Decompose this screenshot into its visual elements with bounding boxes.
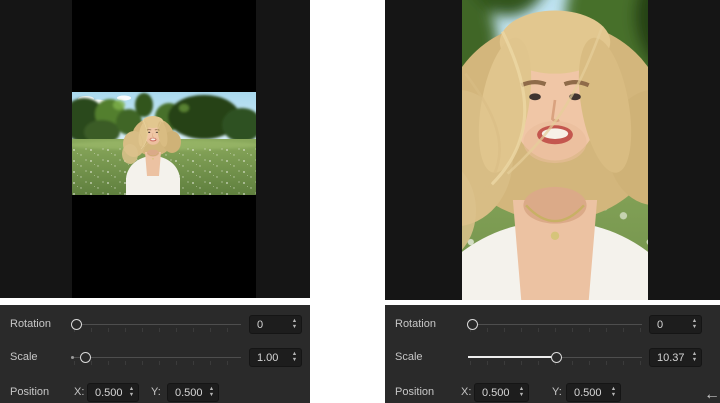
slider-track bbox=[468, 324, 642, 325]
video-thumbnail-landscape bbox=[72, 92, 256, 195]
position-x-box: ▲ ▼ bbox=[87, 383, 139, 402]
spinner-down-icon[interactable]: ▼ bbox=[292, 324, 297, 330]
position-row: Position X: ▲ ▼ Y: ▲ ▼ bbox=[385, 383, 720, 403]
transform-comparison-page: Rotation ▲ ▼ Scale bbox=[0, 0, 720, 403]
position-row: Position X: ▲ ▼ Y: ▲ ▼ bbox=[0, 383, 310, 403]
spinner-down-icon[interactable]: ▼ bbox=[611, 392, 616, 398]
scale-spinner[interactable]: ▲ ▼ bbox=[288, 351, 301, 363]
position-y-input[interactable] bbox=[567, 386, 607, 399]
scale-slider[interactable] bbox=[468, 348, 642, 368]
rotation-spinner[interactable]: ▲ ▼ bbox=[288, 318, 301, 330]
slider-filled-track bbox=[468, 356, 557, 358]
position-y-box: ▲ ▼ bbox=[167, 383, 219, 402]
position-x-spinner[interactable]: ▲ ▼ bbox=[515, 386, 528, 398]
rotation-slider-thumb[interactable] bbox=[71, 319, 83, 330]
spinner-down-icon[interactable]: ▼ bbox=[129, 392, 134, 398]
scale-row: Scale ▲ ▼ bbox=[0, 348, 310, 368]
rotation-slider[interactable] bbox=[71, 315, 241, 335]
position-y-label: Y: bbox=[151, 386, 161, 398]
scale-row: Scale ▲ ▼ ← bbox=[385, 348, 720, 403]
position-x-input[interactable] bbox=[88, 386, 125, 399]
position-y-box: ▲ ▼ bbox=[566, 383, 621, 402]
preview-canvas-before bbox=[0, 0, 310, 298]
spinner-down-icon[interactable]: ▼ bbox=[692, 324, 697, 330]
rotation-slider[interactable] bbox=[467, 315, 642, 335]
rotation-value-input[interactable] bbox=[650, 318, 688, 331]
transform-controls-after: Rotation ▲ ▼ Scale bbox=[385, 305, 720, 403]
scale-slider[interactable] bbox=[71, 348, 241, 368]
position-y-input[interactable] bbox=[168, 386, 205, 399]
rotation-value-input[interactable] bbox=[250, 318, 288, 331]
scale-label: Scale bbox=[395, 351, 423, 363]
rotation-row: Rotation ▲ ▼ bbox=[0, 315, 310, 335]
spinner-down-icon[interactable]: ▼ bbox=[519, 392, 524, 398]
spinner-down-icon[interactable]: ▼ bbox=[209, 392, 214, 398]
position-y-label: Y: bbox=[552, 386, 562, 398]
preview-canvas-after bbox=[385, 0, 720, 300]
scale-value-box: ▲ ▼ bbox=[649, 348, 702, 367]
vertical-video-frame-after[interactable] bbox=[462, 0, 648, 300]
rotation-row: Rotation ▲ ▼ bbox=[385, 315, 720, 335]
scale-slider-thumb[interactable] bbox=[79, 352, 91, 363]
slider-track bbox=[72, 324, 241, 325]
slider-ticks bbox=[74, 361, 241, 365]
scale-value-input[interactable] bbox=[650, 351, 688, 364]
scale-spinner[interactable]: ▲ ▼ bbox=[688, 351, 701, 363]
position-x-box: ▲ ▼ bbox=[474, 383, 529, 402]
slider-ticks bbox=[74, 328, 241, 332]
transform-controls-before: Rotation ▲ ▼ Scale bbox=[0, 305, 310, 403]
scale-label: Scale bbox=[10, 351, 38, 363]
position-x-label: X: bbox=[74, 386, 85, 398]
slider-track bbox=[72, 357, 241, 358]
spinner-down-icon[interactable]: ▼ bbox=[292, 357, 297, 363]
slider-min-dot bbox=[71, 356, 74, 359]
position-y-spinner[interactable]: ▲ ▼ bbox=[205, 386, 218, 398]
scale-value-box: ▲ ▼ bbox=[249, 348, 302, 367]
scale-slider-thumb[interactable] bbox=[550, 352, 562, 363]
slider-ticks bbox=[470, 328, 642, 332]
rotation-value-box: ▲ ▼ bbox=[649, 315, 702, 334]
position-x-spinner[interactable]: ▲ ▼ bbox=[125, 386, 138, 398]
scale-value-input[interactable] bbox=[250, 351, 288, 364]
spinner-down-icon[interactable]: ▼ bbox=[692, 357, 697, 363]
position-y-spinner[interactable]: ▲ ▼ bbox=[607, 386, 620, 398]
rotation-value-box: ▲ ▼ bbox=[249, 315, 302, 334]
position-label: Position bbox=[10, 386, 50, 398]
position-x-input[interactable] bbox=[475, 386, 515, 399]
rotation-spinner[interactable]: ▲ ▼ bbox=[688, 318, 701, 330]
vertical-video-frame-before[interactable] bbox=[72, 0, 256, 298]
position-x-label: X: bbox=[461, 386, 472, 398]
rotation-label: Rotation bbox=[10, 318, 51, 330]
rotation-label: Rotation bbox=[395, 318, 436, 330]
video-zoomed-portrait bbox=[462, 0, 648, 300]
position-label: Position bbox=[395, 386, 435, 398]
